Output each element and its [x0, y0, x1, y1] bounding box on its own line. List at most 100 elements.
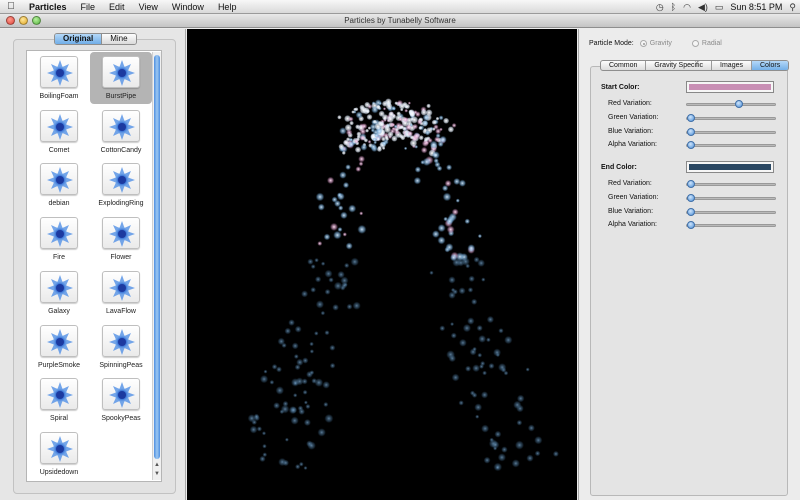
preset-tile[interactable]: SpookyPeas [90, 374, 152, 426]
end-green-variation-slider[interactable] [686, 194, 776, 202]
tab-common[interactable]: Common [601, 61, 645, 70]
particle [455, 198, 460, 203]
preset-list-scrollbar[interactable]: ▲ ▼ [152, 52, 161, 480]
start-color-well[interactable] [686, 81, 774, 93]
particle [324, 330, 330, 336]
slider-knob[interactable] [687, 221, 695, 229]
segment-mine[interactable]: Mine [101, 34, 136, 44]
menu-app[interactable]: Particles [22, 0, 74, 14]
particle-preview[interactable] [187, 29, 577, 500]
preset-tile[interactable]: CottonCandy [90, 106, 152, 158]
particle-burst-icon [47, 435, 73, 462]
scroll-down-icon[interactable]: ▼ [153, 471, 161, 477]
scroll-up-icon[interactable]: ▲ [153, 462, 161, 468]
particle [290, 416, 299, 425]
particle [450, 322, 455, 327]
library-segmented-control: Original Mine [54, 33, 137, 45]
particle [339, 171, 347, 179]
particle [282, 459, 290, 467]
spotlight-search-icon[interactable]: ⚲ [789, 2, 796, 13]
end-alpha-variation-slider[interactable] [686, 221, 776, 229]
mode-radial-radio[interactable]: Radial [691, 40, 722, 47]
preset-tile[interactable]: Spiral [28, 374, 90, 426]
tab-images[interactable]: Images [711, 61, 751, 70]
particle [354, 146, 362, 153]
apple-logo-icon[interactable]:  [0, 1, 22, 12]
preset-tile[interactable]: Fire [28, 213, 90, 265]
scrollbar-thumb[interactable] [154, 55, 160, 459]
particle [422, 157, 431, 167]
preset-tile[interactable]: Flower [90, 213, 152, 265]
volume-icon[interactable]: ◀) [698, 2, 708, 13]
mode-gravity-radio[interactable]: Gravity [639, 40, 672, 47]
end-red-variation-slider[interactable] [686, 180, 776, 188]
menu-view[interactable]: View [132, 0, 165, 14]
particle [315, 300, 325, 309]
preset-tile[interactable]: LavaFlow [90, 267, 152, 319]
slider-knob[interactable] [687, 180, 695, 188]
mode-radial-label: Radial [701, 40, 722, 47]
start-blue-variation-slider[interactable] [686, 128, 776, 136]
particle [472, 364, 481, 373]
particle [288, 319, 295, 326]
preset-thumbnail [102, 378, 140, 411]
particle [253, 413, 260, 420]
particle [497, 453, 507, 462]
particle [493, 446, 498, 451]
start-alpha-variation-slider[interactable] [686, 141, 776, 149]
preset-label: BoilingFoam [39, 93, 79, 100]
particle [442, 192, 452, 202]
preset-tile[interactable]: debian [28, 159, 90, 211]
slider-knob[interactable] [687, 114, 695, 122]
particle [393, 124, 398, 129]
slider-knob[interactable] [735, 100, 743, 108]
particle [364, 101, 371, 108]
particle [307, 441, 316, 450]
particle [446, 164, 453, 171]
slider-knob[interactable] [687, 128, 695, 136]
preset-label: SpookyPeas [101, 415, 141, 423]
slider-knob[interactable] [687, 194, 695, 202]
menu-file[interactable]: File [74, 0, 103, 14]
segment-original[interactable]: Original [55, 34, 102, 44]
particle [425, 130, 431, 136]
menu-clock[interactable]: Sun 8:51 PM [730, 2, 782, 12]
menu-help[interactable]: Help [211, 0, 244, 14]
end-color-well[interactable] [686, 161, 774, 173]
wifi-icon[interactable]: ◠ [683, 2, 691, 13]
slider-knob[interactable] [687, 208, 695, 216]
menu-edit[interactable]: Edit [102, 0, 132, 14]
end-color-label: End Color: [601, 164, 637, 171]
preset-tile[interactable]: Comet [28, 106, 90, 158]
start-red-variation-slider[interactable] [686, 100, 776, 108]
preset-tile[interactable]: Galaxy [28, 267, 90, 319]
preset-label: Upsidedown [39, 468, 79, 476]
battery-icon[interactable]: ▭ [715, 2, 724, 13]
start-green-variation-slider[interactable] [686, 114, 776, 122]
particle [433, 158, 439, 164]
preset-tile[interactable]: BurstPipe [90, 52, 152, 104]
menu-window[interactable]: Window [165, 0, 211, 14]
time-machine-icon[interactable]: ◷ [656, 2, 664, 13]
particle [481, 424, 490, 433]
particle [471, 298, 478, 305]
tab-gravity-specific[interactable]: Gravity Specific [645, 61, 711, 70]
preset-tile[interactable]: PurpleSmoke [28, 321, 90, 373]
window-title: Particles by Tunabelly Software [344, 16, 456, 25]
preset-tile[interactable]: BoilingFoam [28, 52, 90, 104]
slider-knob[interactable] [687, 141, 695, 149]
bluetooth-icon[interactable]: ᛒ [671, 2, 676, 12]
preset-tile[interactable]: Upsidedown [28, 428, 90, 480]
particle [467, 287, 474, 293]
particle [303, 418, 311, 427]
tab-colors[interactable]: Colors [751, 61, 789, 70]
preset-list[interactable]: BoilingFoam BurstPipe Comet CottonCandy debi… [26, 50, 162, 482]
particle [315, 192, 325, 202]
preset-tile[interactable]: ExplodingRing [90, 159, 152, 211]
particle [329, 362, 336, 369]
particle [249, 425, 258, 434]
preset-tile[interactable]: SpinningPeas [90, 321, 152, 373]
end-blue-variation-slider[interactable] [686, 208, 776, 216]
particle [342, 139, 350, 146]
particle [482, 370, 487, 376]
